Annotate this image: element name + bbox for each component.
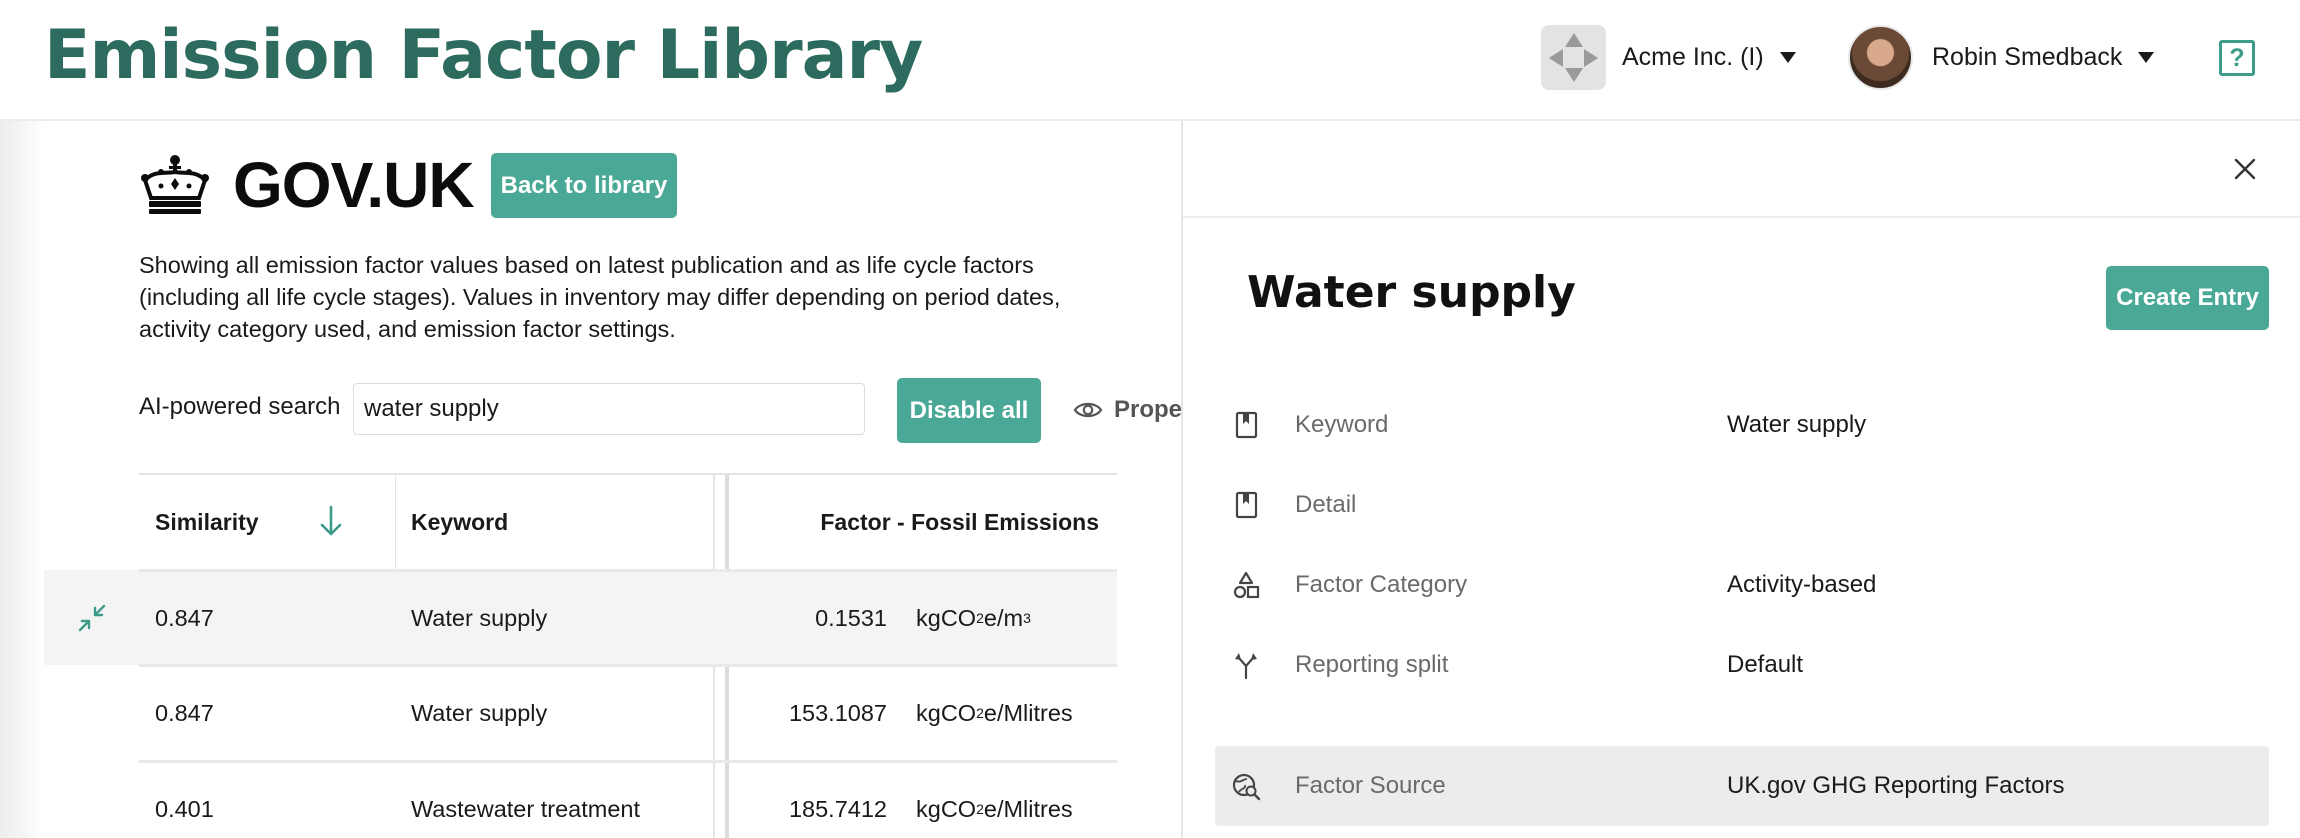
organization-name: Acme Inc. (I) xyxy=(1622,43,1764,71)
property-value: Activity-based xyxy=(1727,571,1877,598)
keyword-cell: Water supply xyxy=(411,604,548,631)
property-row-reporting-split: Reporting split Default xyxy=(1215,625,2269,705)
create-entry-button[interactable]: Create Entry xyxy=(2106,266,2269,330)
chevron-down-icon xyxy=(1779,52,1796,63)
property-label: Factor Source xyxy=(1295,772,1446,799)
properties-toggle[interactable]: Proper xyxy=(1073,390,1191,430)
back-to-library-button[interactable]: Back to library xyxy=(491,153,677,218)
sort-descending-icon[interactable] xyxy=(319,503,343,539)
source-brand: GOV.UK xyxy=(139,149,475,221)
factor-value-cell: 0.1531 xyxy=(815,604,887,631)
chevron-down-icon xyxy=(2138,52,2155,63)
column-header-similarity[interactable]: Similarity xyxy=(155,475,259,569)
property-row-keyword: Keyword Water supply xyxy=(1215,385,2269,465)
keyword-cell: Water supply xyxy=(411,699,548,726)
shapes-icon xyxy=(1233,571,1260,599)
similarity-cell: 0.401 xyxy=(155,795,214,822)
property-label: Keyword xyxy=(1295,411,1389,438)
source-title: GOV.UK xyxy=(233,149,475,221)
column-header-factor[interactable]: Factor - Fossil Emissions xyxy=(737,475,1099,569)
property-label: Detail xyxy=(1295,491,1357,518)
top-bar: Emission Factor Library Acme Inc. (I) Ro… xyxy=(0,0,2300,121)
emission-factor-table: Similarity Keyword Factor - Fossil Emiss… xyxy=(139,473,1117,838)
collapse-row-button[interactable] xyxy=(44,570,139,665)
property-row-factor-source[interactable]: Factor Source UK.gov GHG Reporting Facto… xyxy=(1215,746,2269,826)
property-label: Reporting split xyxy=(1295,651,1449,678)
property-value: Default xyxy=(1727,651,1804,678)
library-description: Showing all emission factor values based… xyxy=(139,252,1061,342)
drawer-toolbar xyxy=(1183,121,2300,218)
factor-value-cell: 153.1087 xyxy=(788,699,887,726)
column-header-keyword[interactable]: Keyword xyxy=(411,475,508,569)
eye-icon xyxy=(1073,402,1103,418)
property-value: Water supply xyxy=(1727,411,1867,438)
avatar xyxy=(1848,25,1913,90)
help-icon[interactable]: ? xyxy=(2219,40,2255,76)
similarity-cell: 0.847 xyxy=(155,604,214,631)
property-row-factor-category: Factor Category Activity-based xyxy=(1215,545,2269,625)
property-value: UK.gov GHG Reporting Factors xyxy=(1727,772,2065,799)
bookmark-icon xyxy=(1235,491,1258,519)
table-row[interactable]: 0.847 Water supply 153.1087 kgCO 2 e/Mlitr… xyxy=(139,664,1117,759)
bookmark-icon xyxy=(1235,411,1258,439)
source-search-icon xyxy=(1232,773,1261,801)
page-title: Emission Factor Library xyxy=(44,16,923,95)
property-row-detail: Detail xyxy=(1215,465,2269,545)
unit-cell: kgCO 2 e/m 3 xyxy=(916,604,1031,631)
factor-detail-drawer: Water supply Create Entry Keyword Water … xyxy=(1181,121,2300,838)
organization-logo-icon xyxy=(1541,25,1606,90)
properties-label: Proper xyxy=(1114,396,1192,423)
close-icon[interactable] xyxy=(2234,158,2256,180)
collapse-icon xyxy=(78,604,106,632)
user-menu[interactable]: Robin Smedback xyxy=(1848,25,2155,90)
organization-switcher[interactable]: Acme Inc. (I) xyxy=(1541,25,1796,90)
table-row[interactable]: 0.401 Wastewater treatment 185.7412 kgCO… xyxy=(139,760,1117,838)
search-input[interactable] xyxy=(353,383,865,435)
search-label: AI-powered search xyxy=(139,393,341,420)
drawer-title: Water supply xyxy=(1247,267,1576,318)
side-shadow xyxy=(0,121,44,838)
keyword-cell: Wastewater treatment xyxy=(411,795,640,822)
factor-value-cell: 185.7412 xyxy=(788,795,887,822)
table-row[interactable]: 0.847 Water supply 0.1531 kgCO 2 e/m 3 xyxy=(139,569,1117,664)
property-label: Factor Category xyxy=(1295,571,1468,598)
crown-icon xyxy=(141,155,209,214)
similarity-cell: 0.847 xyxy=(155,699,214,726)
disable-all-button[interactable]: Disable all xyxy=(897,378,1041,443)
user-name: Robin Smedback xyxy=(1932,43,2123,71)
split-icon xyxy=(1235,653,1257,680)
unit-cell: kgCO 2 e/Mlitres xyxy=(916,699,1073,726)
unit-cell: kgCO 2 e/Mlitres xyxy=(916,795,1073,822)
